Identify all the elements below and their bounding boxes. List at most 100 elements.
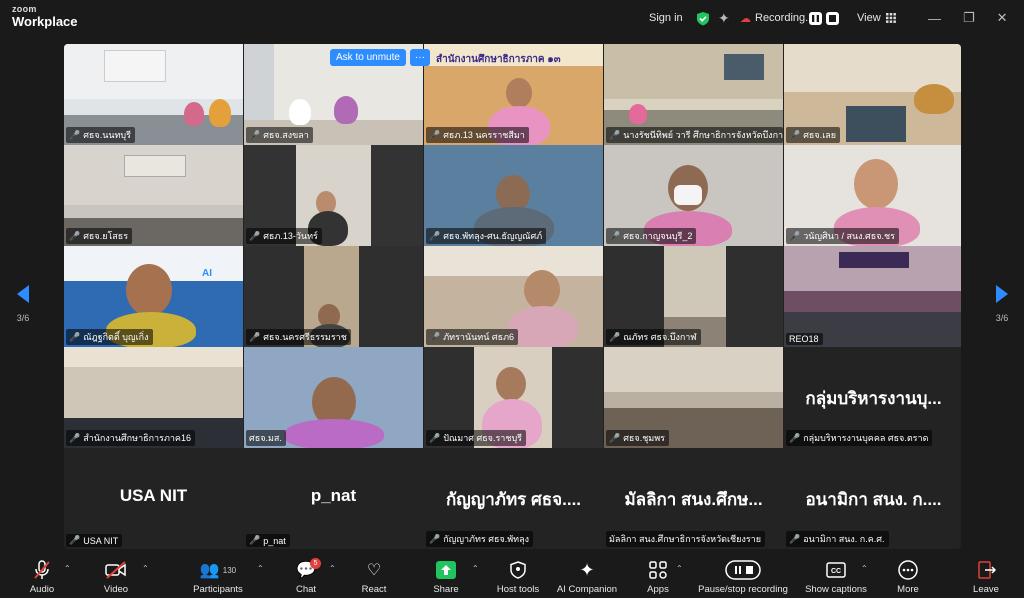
participant-big-name: กัญญาภัทร ศธจ.... xyxy=(445,490,582,509)
participants-button[interactable]: 👥 130 Participants xyxy=(186,558,250,595)
video-tile[interactable]: อนามิกา สนง. ก.... 🎤 อนามิกา สนง. ก.ค.ศ. xyxy=(784,448,961,549)
video-caret-icon[interactable]: ⌃ xyxy=(142,564,149,573)
ai-companion-icon: ✦ xyxy=(579,559,595,580)
video-tile[interactable]: 🎤 ศธจ.นนทบุรี xyxy=(64,44,243,145)
participant-big-name: อนามิกา สนง. ก.... xyxy=(805,490,942,509)
encryption-shield-icon[interactable] xyxy=(696,0,710,36)
ai-companion-label: AI Companion xyxy=(556,584,618,595)
video-tile[interactable]: 🎤 สำนักงานศึกษาธิการภาค16 xyxy=(64,347,243,448)
pause-stop-recording-button[interactable]: Pause/stop recording xyxy=(690,558,796,595)
participant-big-name: p_nat xyxy=(310,486,357,505)
host-tools-button[interactable]: Host tools xyxy=(486,558,550,595)
chevron-right-icon xyxy=(996,285,1008,303)
video-tile[interactable]: 🎤 ณภัทร ศธจ.บึงกาฬ xyxy=(604,246,783,347)
mic-muted-icon: 🎤 xyxy=(609,230,621,241)
sign-in-link[interactable]: Sign in xyxy=(649,0,683,36)
participant-name: 🎤 อนามิกา สนง. ก.ค.ศ. xyxy=(786,531,889,547)
video-tile[interactable]: 🎤 ศธภ.13-วันทร์ xyxy=(244,145,423,246)
video-button[interactable]: Video xyxy=(84,558,148,595)
apps-caret-icon[interactable]: ⌃ xyxy=(676,564,683,573)
participant-count: 130 xyxy=(222,565,237,575)
video-tile[interactable]: 🎤 ปัณมาศ ศธจ.ราชบุรี xyxy=(424,347,603,448)
chat-caret-icon[interactable]: ⌃ xyxy=(329,564,336,573)
recording-indicator[interactable]: ☁ Recording... xyxy=(740,0,814,36)
video-tile[interactable]: 🎤 ศธจ.เลย xyxy=(784,44,961,145)
video-tile[interactable]: กลุ่มบริหารงานบุ... 🎤 กลุ่มบริหารงานบุคคล… xyxy=(784,347,961,448)
cloud-icon: ☁ xyxy=(740,12,751,25)
share-caret-icon[interactable]: ⌃ xyxy=(472,564,479,573)
video-tile[interactable]: 🎤 วนัญศินา / สนง.ศธจ.ชร xyxy=(784,145,961,246)
mic-muted-icon: 🎤 xyxy=(429,533,441,544)
video-tile[interactable]: AI 🎤 ณัฎฐกิตติ์ บุญเกิ่ง xyxy=(64,246,243,347)
participant-big-name: มัลลิกา สนง.ศึกษ... xyxy=(624,490,763,509)
react-button[interactable]: ♡ React xyxy=(342,558,406,595)
video-tile[interactable]: มัลลิกา สนง.ศึกษ... มัลลิกา สนง.ศึกษาธิก… xyxy=(604,448,783,549)
video-tile[interactable]: 🎤 ภัทรานันทน์ ศธภ6 xyxy=(424,246,603,347)
video-tile[interactable]: REO18 xyxy=(784,246,961,347)
mic-muted-icon: 🎤 xyxy=(609,331,621,342)
apps-label: Apps xyxy=(647,584,669,595)
ai-companion-button[interactable]: ✦ AI Companion xyxy=(555,558,619,596)
restore-icon[interactable]: ❐ xyxy=(963,10,975,26)
more-button[interactable]: More xyxy=(876,558,940,595)
grid-icon xyxy=(885,13,896,23)
mic-muted-icon: 🎤 xyxy=(69,129,81,140)
recording-label: Recording... xyxy=(755,12,815,24)
view-button[interactable]: View xyxy=(857,0,896,36)
previous-page-button[interactable]: 3/6 xyxy=(13,285,33,323)
video-tile[interactable]: 🎤 ศธจ.กาญจนบุรี_2 xyxy=(604,145,783,246)
share-button[interactable]: Share xyxy=(414,558,478,595)
close-icon[interactable]: ✕ xyxy=(997,10,1008,26)
video-tile[interactable]: ศธจ.มส. xyxy=(244,347,423,448)
video-tile[interactable]: 🎤 ศธจ.ชุมพร xyxy=(604,347,783,448)
svg-text:CC: CC xyxy=(831,568,841,575)
chevron-left-icon xyxy=(17,285,29,303)
ai-sparkle-icon[interactable]: ✦ xyxy=(718,0,730,36)
participant-name: 🎤 p_nat xyxy=(246,534,290,547)
chat-unread-badge: 5 xyxy=(310,558,321,569)
pause-recording-icon[interactable] xyxy=(809,11,822,25)
heart-icon: ♡ xyxy=(366,562,382,579)
more-label: More xyxy=(897,584,919,595)
video-tile[interactable]: 🎤 ศธจ.ยโสธร xyxy=(64,145,243,246)
share-screen-icon xyxy=(436,561,456,579)
video-tile[interactable]: 🎤 ศธจ.พัทลุง-ศน.ธัญญณัศภ์ xyxy=(424,145,603,246)
mic-muted-icon: 🎤 xyxy=(249,129,261,140)
video-tile[interactable]: 🎤 นางรัชนีทิพย์ วารี ศึกษาธิการจังหวัดบึง… xyxy=(604,44,783,145)
zoom-logo: zoom Workplace xyxy=(12,5,78,29)
brand-bottom: Workplace xyxy=(12,14,78,29)
title-bar: zoom Workplace Sign in ✦ ☁ Recording... … xyxy=(0,0,1024,36)
leave-button[interactable]: Leave xyxy=(954,558,1018,595)
audio-caret-icon[interactable]: ⌃ xyxy=(64,564,71,573)
host-tools-label: Host tools xyxy=(496,584,540,595)
video-tile[interactable]: p_nat 🎤 p_nat xyxy=(244,448,423,549)
minimize-icon[interactable]: — xyxy=(928,11,941,26)
participant-name: 🎤 ศธจ.พัทลุง-ศน.ธัญญณัศภ์ xyxy=(426,228,547,244)
participant-name: 🎤 ภัทรานันทน์ ศธภ6 xyxy=(426,329,519,345)
ask-to-unmute-group: Ask to unmute ··· xyxy=(330,49,430,66)
view-label: View xyxy=(857,12,881,24)
show-captions-button[interactable]: CC Show captions xyxy=(804,558,868,595)
video-tile[interactable]: 🎤 ศธจ.นครศรีธรรมราช xyxy=(244,246,423,347)
captions-caret-icon[interactable]: ⌃ xyxy=(861,564,868,573)
captions-label: Show captions xyxy=(805,584,867,595)
participant-name: REO18 xyxy=(786,333,823,345)
ask-to-unmute-button[interactable]: Ask to unmute xyxy=(330,49,406,66)
video-tile[interactable]: กัญญาภัทร ศธจ.... 🎤 กัญญาภัทร ศธจ.พัทลุง xyxy=(424,448,603,549)
next-page-button[interactable]: 3/6 xyxy=(992,285,1012,323)
mic-muted-icon: 🎤 xyxy=(69,331,81,342)
participant-name: 🎤 ศธจ.นนทบุรี xyxy=(66,127,135,143)
video-tile[interactable]: สำนักงานศึกษาธิการภาค ๑๓ 🎤 ศธภ.13 นครราชส… xyxy=(424,44,603,145)
page-indicator-left: 3/6 xyxy=(16,313,30,323)
mic-muted-icon: 🎤 xyxy=(429,230,441,241)
page-indicator-right: 3/6 xyxy=(995,313,1009,323)
participant-name: 🎤 ศธภ.13 นครราชสีมา xyxy=(426,127,529,143)
participants-caret-icon[interactable]: ⌃ xyxy=(257,564,264,573)
participant-name: 🎤 สำนักงานศึกษาธิการภาค16 xyxy=(66,430,195,446)
stop-recording-icon[interactable] xyxy=(826,11,839,25)
video-tile[interactable]: USA NIT 🎤 USA NIT xyxy=(64,448,243,549)
window-controls: — ❐ ✕ xyxy=(928,0,1008,36)
mic-muted-icon: 🎤 xyxy=(789,230,801,241)
leave-label: Leave xyxy=(973,584,999,595)
more-options-icon[interactable]: ··· xyxy=(409,49,430,66)
